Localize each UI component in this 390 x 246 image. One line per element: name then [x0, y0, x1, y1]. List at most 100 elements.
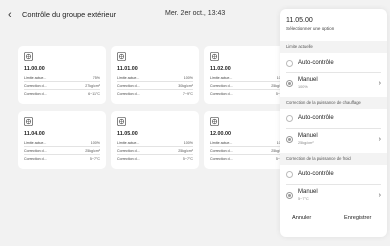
row-label: Limite actue... — [117, 76, 140, 80]
option-value: 5~7°C — [298, 197, 309, 201]
card-row: Limite actue... 100% — [117, 139, 193, 147]
card-row: Limite actue...100% — [210, 74, 286, 82]
card-row: Limite actue...100% — [117, 74, 193, 82]
unit-card[interactable]: 11.00.00 Limite actue... 75% Correction d… — [18, 46, 106, 104]
chevron-right-icon: › — [378, 192, 381, 199]
unit-id: 11.04.00 — [24, 131, 45, 137]
row-label: Correction d... — [24, 92, 47, 96]
card-row: Limite actue... 100% — [24, 139, 100, 147]
unit-card[interactable]: 11.05.00 Limite actue... 100% Correction … — [111, 111, 199, 169]
panel-subtitle: Sélectionner une option — [286, 26, 335, 31]
option-label: Auto-contrôle — [298, 171, 334, 177]
unit-id: 11.05.00 — [117, 131, 138, 137]
card-row: Correction d... 7~9°C — [117, 90, 193, 98]
row-label: Correction d... — [210, 157, 233, 161]
auto-control-radio[interactable] — [286, 60, 293, 67]
manual-radio-selected[interactable] — [286, 136, 293, 143]
card-row: Correction d... 30kg/cm² — [117, 82, 193, 90]
manual-radio-selected[interactable] — [286, 192, 293, 199]
outdoor-unit-icon — [210, 52, 219, 61]
settings-panel: 11.05.00 Sélectionner une option Limite … — [280, 9, 387, 237]
datetime-label: Mer. 2er oct., 13:43 — [165, 10, 226, 17]
row-value: 27kg/cm² — [85, 84, 100, 88]
section-label: Correction de la puissance de froid — [286, 156, 351, 161]
outdoor-unit-icon — [117, 117, 126, 126]
save-button[interactable]: Enregistrer — [344, 215, 371, 221]
card-row: Correction d... 25kg/cm² — [24, 147, 100, 155]
section-header: Correction de la puissance de chauffage — [280, 97, 387, 109]
row-value: 100% — [90, 141, 100, 145]
row-label: Limite actue... — [24, 76, 47, 80]
unit-id: 11.00.00 — [24, 66, 45, 72]
card-row: Correction d...5~7°C — [210, 155, 286, 163]
card-row: Correction d... 25kg/cm² — [210, 147, 286, 155]
auto-control-option[interactable]: Auto-contrôle — [280, 110, 387, 126]
row-value: 6~11°C — [88, 92, 100, 96]
option-value: 25kg/cm² — [298, 141, 314, 145]
card-row: Correction d... 27kg/cm² — [24, 82, 100, 90]
row-value: 75% — [92, 76, 100, 80]
option-value: 100% — [298, 85, 308, 89]
row-label: Correction d... — [210, 84, 233, 88]
card-row: Limite actue... 75% — [24, 74, 100, 82]
cancel-button[interactable]: Annuler — [292, 215, 311, 221]
card-row: Limite actue...100% — [210, 139, 286, 147]
section-label: Correction de la puissance de chauffage — [286, 100, 361, 105]
row-label: Correction d... — [117, 84, 140, 88]
row-label: Correction d... — [24, 157, 47, 161]
unit-id: 12.00.00 — [210, 131, 231, 137]
outdoor-unit-icon — [24, 117, 33, 126]
row-label: Correction d... — [210, 149, 233, 153]
row-label: Correction d... — [117, 157, 140, 161]
card-row: Correction d... 25kg/cm² — [210, 82, 286, 90]
section-header: Correction de la puissance de froid — [280, 153, 387, 165]
back-chevron-icon[interactable]: ‹ — [8, 10, 18, 21]
panel-title: 11.05.00 — [286, 17, 313, 24]
option-label: Manuel — [298, 133, 318, 139]
manual-option[interactable]: Manuel 25kg/cm² › — [280, 129, 387, 151]
section-label: Limite actuelle — [286, 44, 313, 49]
card-row: Correction d... 5~7°C — [117, 155, 193, 163]
row-value: 30kg/cm² — [178, 84, 193, 88]
row-label: Correction d... — [117, 149, 140, 153]
row-value: 100% — [183, 141, 193, 145]
card-row: Correction d... 6~11°C — [24, 90, 100, 98]
card-row: Correction d... 5~7°C — [24, 155, 100, 163]
unit-id: 11.02.00 — [210, 66, 231, 72]
row-value: 5~7°C — [89, 157, 100, 161]
row-label: Limite actue... — [210, 76, 233, 80]
unit-id: 11.01.00 — [117, 66, 138, 72]
outdoor-unit-icon — [210, 117, 219, 126]
row-label: Limite actue... — [117, 141, 140, 145]
auto-control-radio[interactable] — [286, 115, 293, 122]
row-value: 5~7°C — [182, 157, 193, 161]
row-label: Correction d... — [24, 149, 47, 153]
row-label: Correction d... — [24, 84, 47, 88]
auto-control-radio[interactable] — [286, 171, 293, 178]
option-label: Manuel — [298, 189, 318, 195]
option-label: Manuel — [298, 77, 318, 83]
auto-control-option[interactable]: Auto-contrôle — [280, 55, 387, 71]
row-value: 25kg/cm² — [178, 149, 193, 153]
row-value: 25kg/cm² — [85, 149, 100, 153]
option-label: Auto-contrôle — [298, 60, 334, 66]
outdoor-unit-icon — [117, 52, 126, 61]
unit-card[interactable]: 11.01.00 Limite actue... 100% Correction … — [111, 46, 199, 104]
outdoor-unit-icon — [24, 52, 33, 61]
unit-card[interactable]: 11.04.00 Limite actue... 100% Correction … — [18, 111, 106, 169]
unit-card[interactable]: 11.02.00 Limite actue...100% Correction … — [204, 46, 292, 104]
row-label: Limite actue... — [210, 141, 233, 145]
auto-control-option[interactable]: Auto-contrôle — [280, 166, 387, 182]
manual-option[interactable]: Manuel 5~7°C › — [280, 185, 387, 207]
row-label: Limite actue... — [24, 141, 47, 145]
manual-option[interactable]: Manuel 100% › — [280, 73, 387, 95]
card-row: Correction d... 25kg/cm² — [117, 147, 193, 155]
row-label: Correction d... — [210, 92, 233, 96]
manual-radio-selected[interactable] — [286, 80, 293, 87]
unit-card[interactable]: 12.00.00 Limite actue...100% Correction … — [204, 111, 292, 169]
row-value: 7~9°C — [182, 92, 193, 96]
option-label: Auto-contrôle — [298, 115, 334, 121]
chevron-right-icon: › — [378, 136, 381, 143]
section-header: Limite actuelle — [280, 41, 387, 53]
page-title: Contrôle du groupe extérieur — [22, 10, 117, 19]
